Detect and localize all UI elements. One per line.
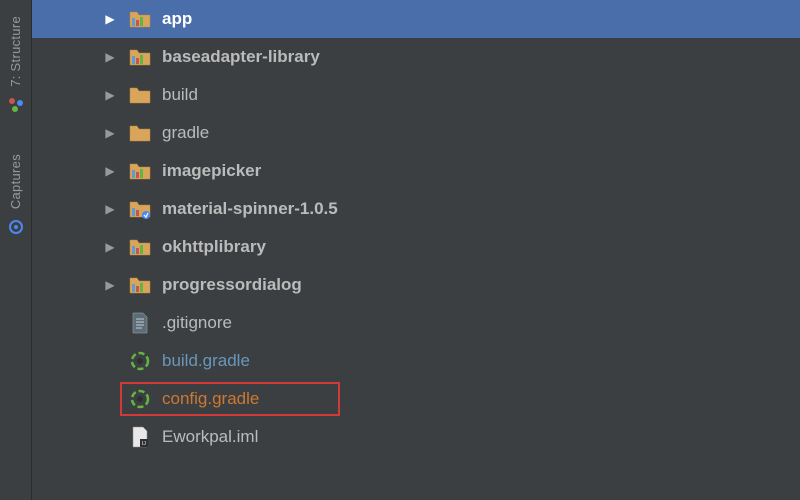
expand-arrow-icon[interactable]: ▶ [102, 202, 118, 216]
module-icon [128, 235, 152, 259]
module-icon [128, 159, 152, 183]
tree-item-label: app [162, 9, 192, 29]
tree-item-label: .gitignore [162, 313, 232, 333]
folder-icon [128, 83, 152, 107]
captures-icon [8, 219, 24, 240]
sidebar-tab-label: 7: Structure [8, 16, 23, 87]
tree-item-config-gradle[interactable]: ▶config.gradle [32, 380, 800, 418]
tree-item-okhttplibrary[interactable]: ▶ okhttplibrary [32, 228, 800, 266]
tree-item-label: config.gradle [162, 389, 259, 409]
tree-item-material-spinner-1-0-5[interactable]: ▶ material-spinner-1.0.5 [32, 190, 800, 228]
gradle-icon [128, 387, 152, 411]
tree-item-eworkpal-iml[interactable]: ▶IJEworkpal.iml [32, 418, 800, 456]
module-icon [128, 45, 152, 69]
tree-item-progressordialog[interactable]: ▶ progressordialog [32, 266, 800, 304]
gradle-icon [128, 349, 152, 373]
sidebar-tab-captures[interactable]: Captures [8, 148, 24, 240]
expand-arrow-icon[interactable]: ▶ [102, 164, 118, 178]
tree-item-label: imagepicker [162, 161, 261, 181]
expand-arrow-icon[interactable]: ▶ [102, 126, 118, 140]
tree-item-build[interactable]: ▶ build [32, 76, 800, 114]
sidebar-tab-label: Captures [8, 154, 23, 209]
sidebar-tab-structure[interactable]: 7: Structure [8, 10, 24, 118]
tree-item-gradle[interactable]: ▶ gradle [32, 114, 800, 152]
tree-item-label: baseadapter-library [162, 47, 320, 67]
tree-item-label: material-spinner-1.0.5 [162, 199, 338, 219]
tree-item-baseadapter-library[interactable]: ▶ baseadapter-library [32, 38, 800, 76]
tree-item-label: Eworkpal.iml [162, 427, 258, 447]
tree-item-label: gradle [162, 123, 209, 143]
svg-text:IJ: IJ [142, 441, 146, 447]
expand-arrow-icon[interactable]: ▶ [102, 240, 118, 254]
folder-icon [128, 121, 152, 145]
textfile-icon [128, 311, 152, 335]
expand-arrow-icon[interactable]: ▶ [102, 278, 118, 292]
expand-arrow-icon[interactable]: ▶ [102, 88, 118, 102]
tree-item-label: progressordialog [162, 275, 302, 295]
tree-item-label: build [162, 85, 198, 105]
expand-arrow-icon[interactable]: ▶ [102, 12, 118, 26]
structure-icon [8, 97, 24, 118]
tree-item-imagepicker[interactable]: ▶ imagepicker [32, 152, 800, 190]
tree-item--gitignore[interactable]: ▶.gitignore [32, 304, 800, 342]
expand-arrow-icon[interactable]: ▶ [102, 50, 118, 64]
module-icon [128, 7, 152, 31]
iml-icon: IJ [128, 425, 152, 449]
tree-item-build-gradle[interactable]: ▶build.gradle [32, 342, 800, 380]
module-icon [128, 273, 152, 297]
tree-item-label: build.gradle [162, 351, 250, 371]
project-tree[interactable]: ▶ app ▶ baseadapter-library ▶ build ▶ gradle ▶ im… [32, 0, 800, 456]
tool-sidebar: 7: Structure Captures [0, 0, 32, 500]
tree-item-label: okhttplibrary [162, 237, 266, 257]
module-ext-icon [128, 197, 152, 221]
tree-item-app[interactable]: ▶ app [32, 0, 800, 38]
